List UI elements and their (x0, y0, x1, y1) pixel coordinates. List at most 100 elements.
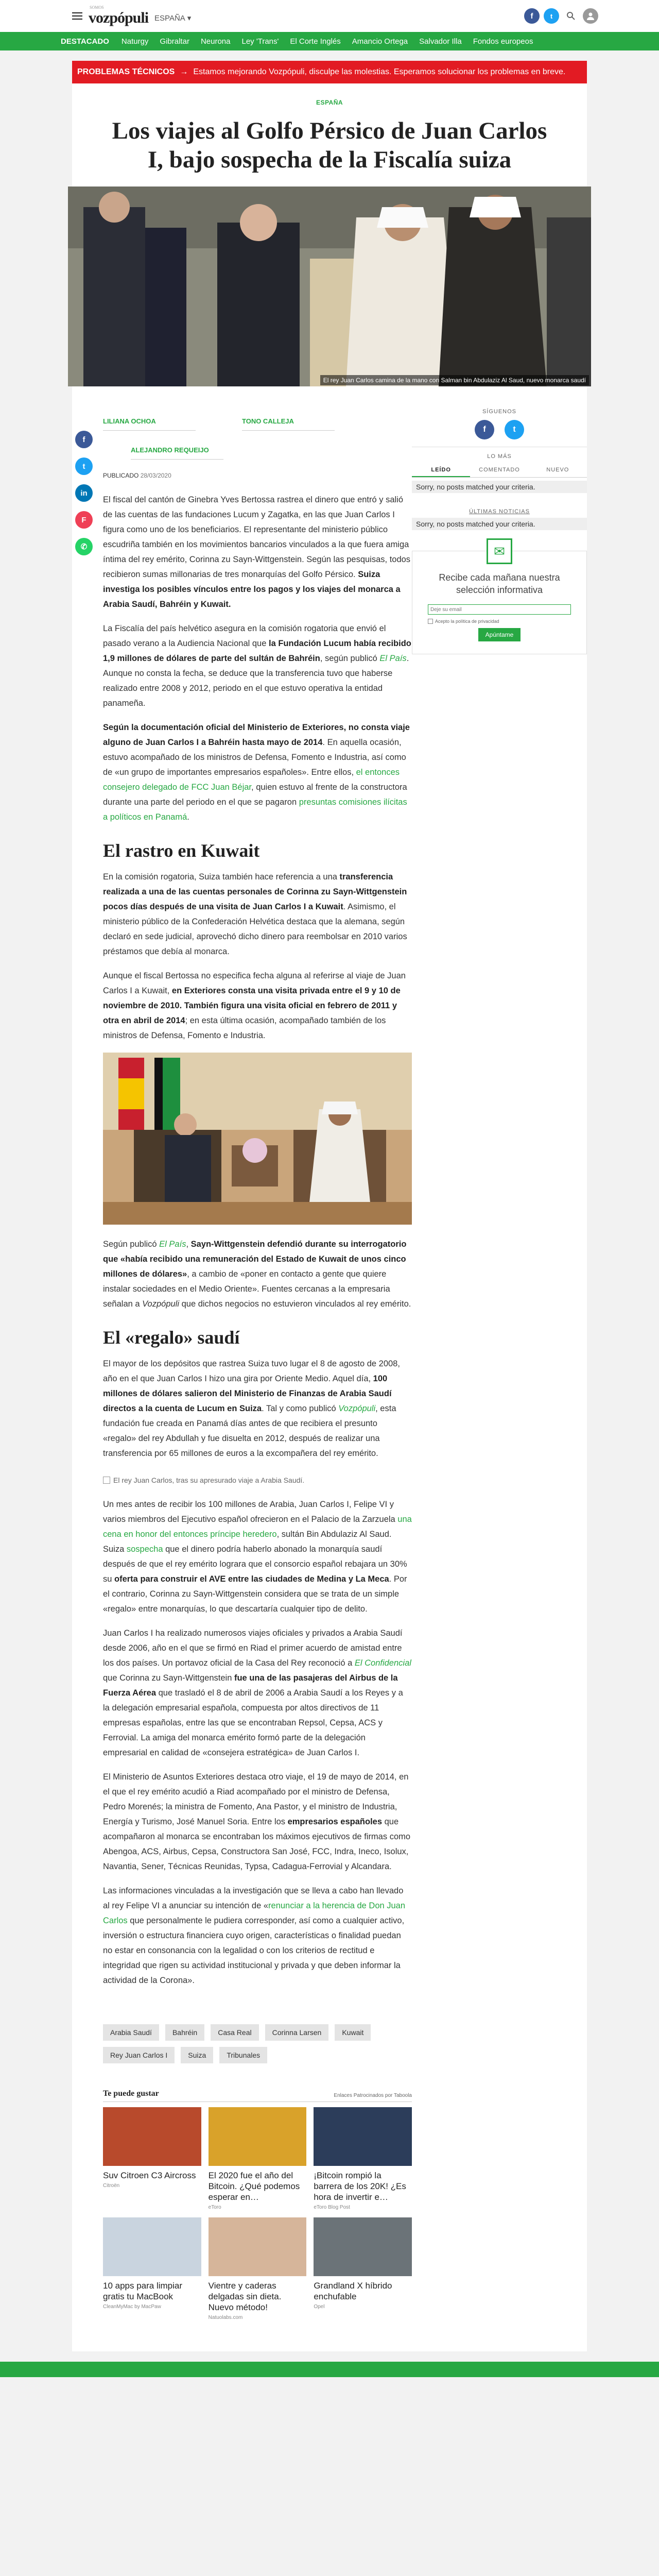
article: ESPAÑA Los viajes al Golfo Pérsico de Ju… (68, 83, 591, 2351)
tag[interactable]: Kuwait (335, 2024, 371, 2041)
paragraph: Aunque el fiscal Bertossa no especifica … (103, 971, 406, 1040)
twitter-icon[interactable]: t (544, 8, 559, 24)
paragraph: El mayor de los depósitos que rastrea Su… (103, 1359, 400, 1458)
twitter-icon[interactable]: t (505, 420, 524, 439)
tag[interactable]: Bahréin (165, 2024, 205, 2041)
nav-item[interactable]: Amancio Ortega (352, 37, 408, 46)
technical-alert: PROBLEMAS TÉCNICOS → Estamos mejorando V… (72, 61, 587, 83)
alert-text: Estamos mejorando Vozpópuli, disculpe la… (193, 67, 566, 76)
paragraph: Según la documentación oficial del Minis… (103, 723, 410, 822)
related-card[interactable]: Suv Citroen C3 Aircross Citroën (103, 2107, 201, 2210)
author-byline[interactable]: LILIANA OCHOA (103, 417, 196, 431)
top-header: SOMOS vozpópuli ESPAÑA ▾ f t (0, 0, 659, 32)
chevron-down-icon: ▾ (187, 14, 192, 23)
empty-message: Sorry, no posts matched your criteria. (412, 481, 587, 493)
search-icon[interactable] (563, 8, 579, 24)
latest-heading: ÚLTIMAS NOTICIAS (469, 509, 530, 515)
share-linkedin-icon[interactable]: in (75, 484, 93, 502)
tab-most-commented[interactable]: COMENTADO (470, 464, 528, 477)
tab-newest[interactable]: NUEVO (529, 464, 587, 477)
email-field[interactable] (428, 604, 571, 615)
broken-image-icon (103, 1477, 110, 1484)
paragraph: Las informaciones vinculadas a la invest… (103, 1886, 406, 1985)
share-whatsapp-icon[interactable]: ✆ (75, 538, 93, 555)
tab-most-read[interactable]: LEÍDO (412, 464, 471, 477)
publish-date: PUBLICADO 28/03/2020 (103, 472, 171, 479)
related-card[interactable]: ¡Bitcoin rompió la barrera de los 20K! ¿… (314, 2107, 412, 2210)
related-card[interactable]: 10 apps para limpiar gratis tu MacBook Cl… (103, 2217, 201, 2320)
nav-item[interactable]: Fondos europeos (473, 37, 533, 46)
nav-item[interactable]: Salvador Illa (419, 37, 462, 46)
subheading: El rastro en Kuwait (103, 840, 260, 861)
menu-icon[interactable] (72, 12, 82, 20)
hero-image: El rey Juan Carlos camina de la mano con… (68, 187, 591, 386)
inline-link[interactable]: El País (379, 654, 406, 663)
related-content: Te puede gustar Enlaces Patrocinados por … (103, 2089, 412, 2320)
subscribe-button[interactable]: Apúntame (478, 628, 521, 641)
related-thumbnail (103, 2217, 201, 2276)
nav-item[interactable]: El Corte Inglés (290, 37, 340, 46)
tag[interactable]: Rey Juan Carlos I (103, 2047, 175, 2063)
author-byline[interactable]: TONO CALLEJA (242, 417, 335, 431)
related-thumbnail (314, 2107, 412, 2166)
nav-item[interactable]: Gibraltar (160, 37, 189, 46)
tag[interactable]: Casa Real (211, 2024, 259, 2041)
article-section[interactable]: ESPAÑA (72, 99, 587, 106)
alert-label: PROBLEMAS TÉCNICOS (77, 67, 175, 76)
empty-message: Sorry, no posts matched your criteria. (412, 518, 587, 530)
follow-heading: SÍGUENOS (482, 409, 517, 415)
arrow-right-icon: → (180, 67, 188, 76)
tag-list: Arabia Saudí Bahréin Casa Real Corinna L… (103, 2024, 412, 2063)
user-icon[interactable] (583, 8, 598, 24)
article-body: El fiscal del cantón de Ginebra Yves Ber… (103, 493, 412, 1988)
paragraph: Según publicó El País, Sayn-Wittgenstein… (103, 1240, 411, 1309)
article-title: Los viajes al Golfo Pérsico de Juan Carl… (112, 117, 547, 173)
related-thumbnail (103, 2107, 201, 2166)
nav-highlight: DESTACADO (61, 37, 109, 46)
tag[interactable]: Suiza (181, 2047, 214, 2063)
broken-image: El rey Juan Carlos, tras su apresurado v… (103, 1470, 412, 1490)
most-heading: LO MÁS (487, 453, 512, 460)
nav-item[interactable]: Neurona (201, 37, 231, 46)
related-card[interactable]: Grandland X híbrido enchufable Opel (314, 2217, 412, 2320)
article-image (103, 1053, 412, 1225)
inline-link[interactable]: Vozpópuli (338, 1404, 375, 1413)
nav-item[interactable]: Ley 'Trans' (242, 37, 279, 46)
paragraph: En la comisión rogatoria, Suiza también … (103, 872, 407, 956)
author-byline[interactable]: ALEJANDRO REQUEIJO (131, 446, 412, 460)
share-flipboard-icon[interactable]: F (75, 511, 93, 529)
related-thumbnail (208, 2107, 307, 2166)
article-main: f t in F ✆ LILIANA OCHOA TONO CALLEJA AL… (72, 386, 412, 2320)
privacy-checkbox[interactable]: Acepto la política de privacidad (428, 619, 571, 624)
facebook-icon[interactable]: f (475, 420, 494, 439)
topic-nav: DESTACADO Naturgy Gibraltar Neurona Ley … (0, 32, 659, 50)
inline-link[interactable]: sospecha (127, 1545, 163, 1554)
inline-link[interactable]: El País (159, 1240, 186, 1249)
tag[interactable]: Tribunales (219, 2047, 268, 2063)
inline-link[interactable]: El Confidencial (355, 1658, 411, 1668)
paragraph: El fiscal del cantón de Ginebra Yves Ber… (103, 495, 411, 609)
nav-item[interactable]: Naturgy (122, 37, 149, 46)
related-thumbnail (314, 2217, 412, 2276)
newsletter-box: ✉ Recibe cada mañana nuestra selección i… (412, 538, 587, 654)
share-facebook-icon[interactable]: f (75, 431, 93, 448)
edition-select[interactable]: ESPAÑA ▾ (154, 13, 191, 23)
tag[interactable]: Corinna Larsen (265, 2024, 329, 2041)
related-thumbnail (208, 2217, 307, 2276)
sponsor-label[interactable]: Enlaces Patrocinados por Taboola (334, 2093, 412, 2098)
facebook-icon[interactable]: f (524, 8, 540, 24)
share-bar: f t in F ✆ (75, 431, 93, 555)
subheading: El «regalo» saudí (103, 1327, 240, 1348)
paragraph: La Fiscalía del país helvético asegura e… (103, 624, 411, 708)
share-twitter-icon[interactable]: t (75, 457, 93, 475)
sidebar: SÍGUENOS f t LO MÁS LEÍDO COMENTADO NUEV… (412, 386, 587, 2320)
paragraph: Juan Carlos I ha realizado numerosos via… (103, 1629, 411, 1757)
related-card[interactable]: Vientre y caderas delgadas sin dieta. Nu… (208, 2217, 307, 2320)
newsletter-title: Recibe cada mañana nuestra selección inf… (439, 572, 560, 595)
related-card[interactable]: El 2020 fue el año del Bitcoin. ¿Qué pod… (208, 2107, 307, 2210)
site-logo[interactable]: SOMOS vozpópuli (89, 5, 149, 27)
related-title: Te puede gustar (103, 2089, 159, 2098)
paragraph: El Ministerio de Asuntos Exteriores dest… (103, 1772, 411, 1871)
tag[interactable]: Arabia Saudí (103, 2024, 159, 2041)
paragraph: Un mes antes de recibir los 100 millones… (103, 1500, 412, 1614)
